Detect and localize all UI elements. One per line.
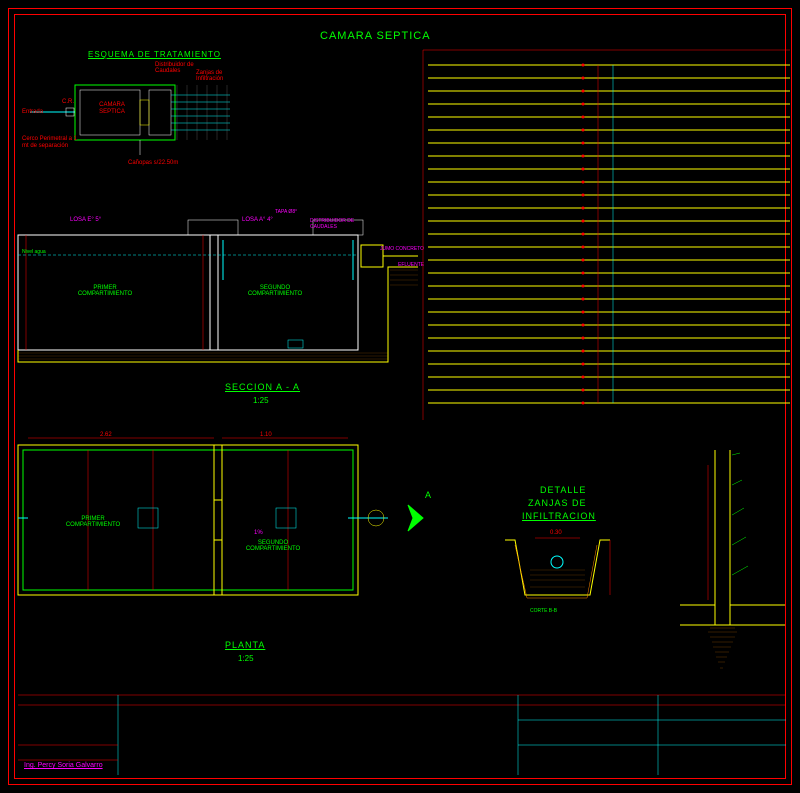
detalle-title1: DETALLE [540, 485, 586, 495]
section-tapa: TAPA Ø8° [275, 209, 297, 215]
section-nivel: Nivel agua [22, 249, 46, 255]
main-title: CAMARA SEPTICA [320, 30, 431, 42]
planta-dim1: 2.62 [100, 432, 112, 438]
title-block [18, 690, 788, 780]
schema-canopas: Cañopas s/22.50m [128, 160, 188, 167]
schema-cr: C.R. [62, 99, 74, 105]
planta-scale: 1:25 [238, 654, 254, 663]
section-segundo: SEGUNDO COMPARTIMIENTO [240, 285, 310, 297]
schema-camara: CAMARA SEPTICA [92, 102, 132, 116]
detalle-drawing [495, 520, 635, 630]
planta-primer: PRIMER COMPARTIMIENTO [58, 516, 128, 528]
schema-title: ESQUEMA DE TRATAMIENTO [88, 50, 221, 59]
planta-pendiente: 1% [254, 530, 263, 536]
detalle-title2: ZANJAS DE [528, 498, 587, 508]
section-scale: 1:25 [253, 396, 269, 405]
planta-a: A [425, 490, 431, 500]
planta-dim2: 1.10 [260, 432, 272, 438]
planta-segundo: SEGUNDO COMPARTIMIENTO [238, 540, 308, 552]
section-losa1: LOSA E° 5° [70, 217, 101, 223]
wall-detail [680, 450, 790, 690]
schema-entrada: Entrada [22, 109, 43, 115]
section-primer: PRIMER COMPARTIMIENTO [70, 285, 140, 297]
author: Ing. Percy Soria Galvarro [24, 762, 103, 769]
section-title: SECCION A - A [225, 382, 300, 392]
detalle-corte: CORTE B-B [530, 608, 557, 614]
schema-zanjas: Zanjas de Infiltración [196, 70, 246, 82]
planta-title: PLANTA [225, 640, 265, 650]
detalle-dim: 0.30 [550, 530, 562, 536]
schema-cerco: Cerco Perimetral a 1 mt de separación [22, 136, 82, 149]
section-dist: DISTRIBUIDOR DE CAUDALES [310, 218, 360, 230]
section-losa2: LOSA A° 4° [242, 217, 273, 223]
infiltration-grid [418, 45, 790, 425]
